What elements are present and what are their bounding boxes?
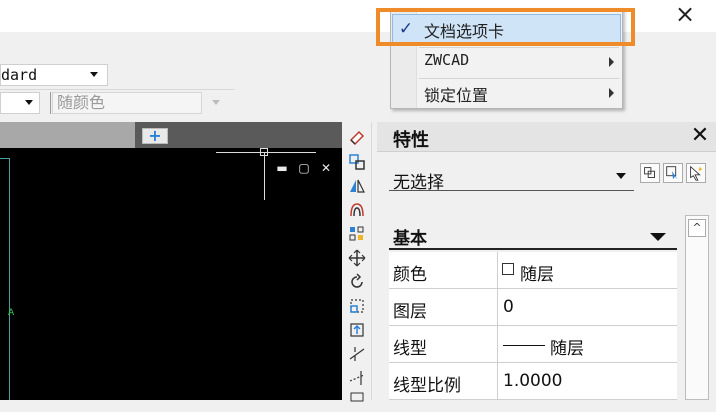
viewport-close-button[interactable]: ✕ — [318, 160, 334, 176]
properties-close-button[interactable]: ✕ — [688, 122, 712, 150]
viewport-border — [0, 158, 10, 400]
color-select[interactable]: 随颜色 — [52, 92, 202, 114]
toolbar-separator — [50, 92, 51, 114]
scale-icon[interactable] — [347, 296, 367, 316]
submenu-arrow-icon — [609, 57, 614, 67]
mirror-icon[interactable] — [347, 176, 367, 196]
window-close-button[interactable]: × — [672, 2, 698, 28]
property-label: 线型 — [393, 339, 427, 359]
chevron-down-icon[interactable] — [212, 100, 220, 105]
properties-scrollbar[interactable] — [685, 215, 709, 400]
property-label: 线型比例 — [393, 376, 461, 396]
collapse-arrow-icon[interactable] — [650, 233, 666, 241]
property-label: 图层 — [393, 302, 427, 322]
trim-icon[interactable] — [347, 344, 367, 364]
section-title: 基本 — [393, 229, 427, 249]
chevron-down-icon[interactable] — [616, 173, 626, 179]
drawing-canvas[interactable] — [0, 148, 342, 400]
viewport-minimize-button[interactable]: ▬ — [274, 160, 290, 176]
properties-title: 特性 — [393, 130, 429, 151]
menu-item-zwcad[interactable]: ZWCAD — [424, 51, 469, 69]
column-divider — [497, 252, 498, 400]
new-tab-button[interactable]: + — [142, 128, 168, 144]
property-row[interactable] — [389, 289, 677, 326]
submenu-arrow-icon — [609, 88, 614, 98]
document-tab[interactable] — [0, 122, 135, 148]
layer-select[interactable] — [0, 92, 40, 114]
ribbon-divider — [0, 89, 235, 90]
property-value[interactable]: 0 — [503, 297, 514, 317]
property-value[interactable]: 1.0000 — [503, 371, 562, 391]
property-value[interactable]: 随层 — [520, 260, 554, 285]
offset-icon[interactable] — [347, 200, 367, 220]
chevron-down-icon[interactable] — [90, 72, 98, 77]
break-icon[interactable] — [347, 392, 367, 412]
array-icon[interactable] — [347, 224, 367, 244]
extend-icon[interactable] — [347, 368, 367, 388]
color-swatch — [502, 263, 514, 275]
property-label: 颜色 — [393, 265, 427, 285]
section-header-basic[interactable] — [389, 218, 677, 250]
move-icon[interactable] — [347, 248, 367, 268]
stretch-icon[interactable] — [347, 320, 367, 340]
viewport-restore-button[interactable]: ▢ — [296, 160, 312, 176]
toggle-pickadd-icon[interactable] — [640, 163, 660, 183]
highlight-annotation — [376, 8, 635, 46]
crosshair-pickbox — [260, 148, 268, 156]
linetype-preview — [503, 345, 545, 346]
menu-separator — [419, 78, 619, 79]
scroll-up-icon[interactable]: ^ — [688, 219, 706, 237]
copy-icon[interactable] — [347, 152, 367, 172]
crosshair-vertical — [264, 152, 265, 200]
menu-item-lock-position[interactable]: 锁定位置 — [424, 82, 488, 106]
quick-select-icon[interactable] — [686, 163, 706, 183]
ucs-axis-label: A — [8, 308, 15, 318]
erase-icon[interactable] — [347, 126, 367, 146]
menu-separator — [419, 47, 619, 48]
chevron-down-icon[interactable] — [25, 100, 33, 105]
select-objects-icon[interactable] — [663, 163, 683, 183]
property-value[interactable]: 随层 — [550, 334, 584, 359]
selection-value: 无选择 — [393, 173, 444, 193]
rotate-icon[interactable] — [347, 272, 367, 292]
